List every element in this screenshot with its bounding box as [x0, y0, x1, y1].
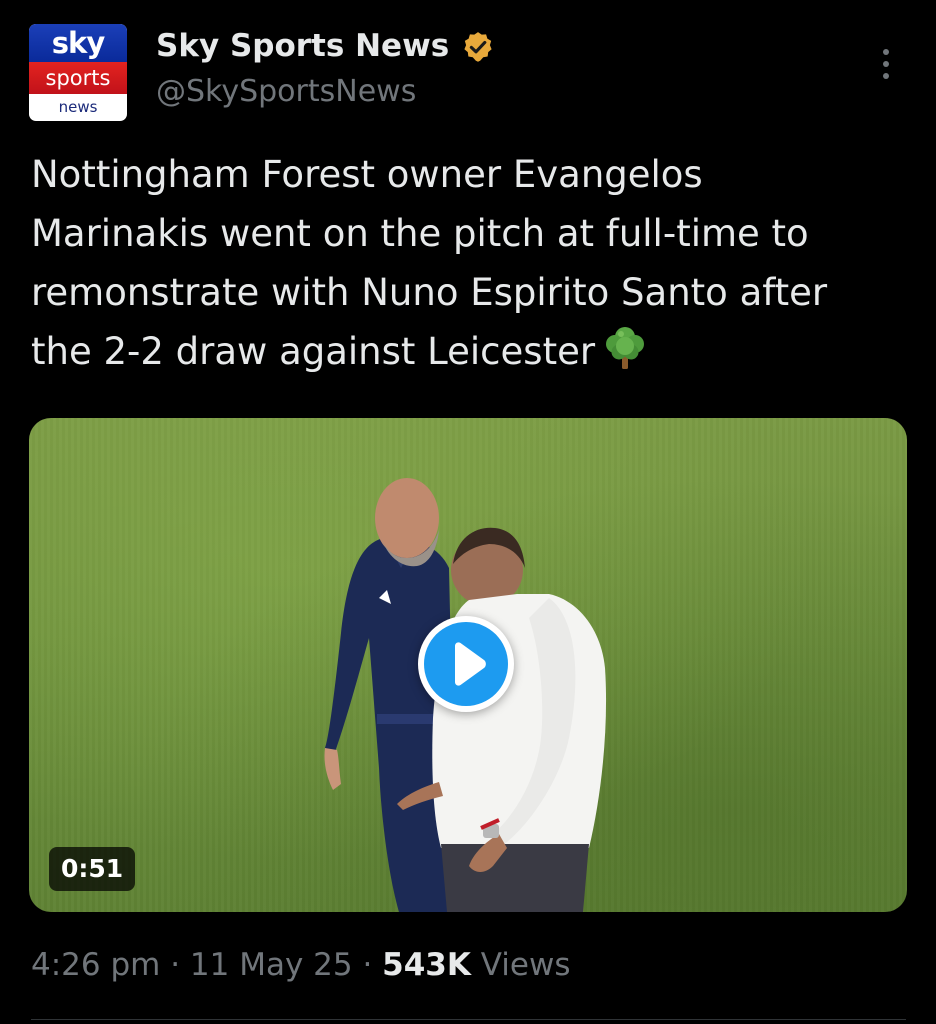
tweet-time[interactable]: 4:26 pm [31, 947, 160, 983]
avatar-logo-sports: sports [45, 66, 111, 90]
tweet-meta: 4:26 pm · 11 May 25 · 543K Views [31, 947, 570, 983]
meta-separator: · [352, 947, 383, 983]
play-icon [455, 642, 486, 686]
author-display-name[interactable]: Sky Sports News [156, 28, 449, 64]
tweet-text-line: Marinakis went on the pitch at full-time… [31, 212, 809, 255]
divider [31, 1019, 906, 1020]
tweet-text-line-last: the 2-2 draw against Leicester [31, 322, 911, 381]
tweet-text-line: remonstrate with Nuno Espirito Santo aft… [31, 271, 828, 314]
author-handle[interactable]: @SkySportsNews [156, 74, 416, 109]
video-duration-badge: 0:51 [49, 847, 136, 891]
verified-badge-icon [464, 32, 492, 62]
avatar[interactable]: sky sports news [29, 24, 127, 121]
views-count[interactable]: 543K [382, 947, 471, 983]
tweet-text-line-content: the 2-2 draw against Leicester [31, 330, 596, 373]
tweet-text: Nottingham Forest owner Evangelos Marina… [31, 145, 911, 381]
play-button[interactable] [418, 616, 514, 712]
video-player[interactable]: 0:51 [29, 418, 907, 912]
tweet-text-line: Nottingham Forest owner Evangelos [31, 153, 703, 196]
avatar-logo-news: news [58, 98, 98, 116]
views-label: Views [470, 947, 571, 983]
tree-icon [606, 327, 645, 369]
tweet-date[interactable]: 11 May 25 [190, 947, 353, 983]
meta-separator: · [160, 947, 190, 983]
avatar-logo-sky: sky [51, 26, 105, 60]
more-vertical-icon[interactable] [870, 44, 902, 84]
